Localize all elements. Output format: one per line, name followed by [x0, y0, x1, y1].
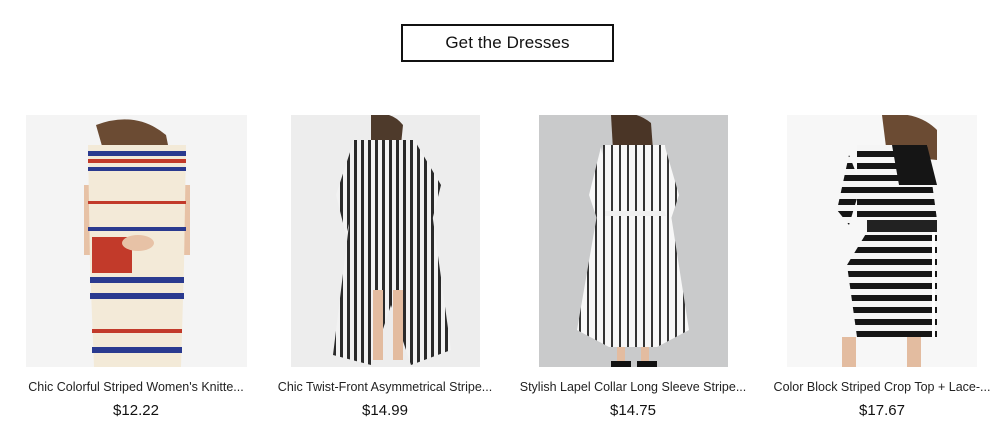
product-name-1[interactable]: Chic Colorful Striped Women's Knitte...: [11, 380, 261, 394]
product-image-1[interactable]: [26, 115, 247, 367]
product-image-3[interactable]: [539, 115, 728, 367]
product-name-2[interactable]: Chic Twist-Front Asymmetrical Stripe...: [260, 380, 510, 394]
product-price-1: $12.22: [113, 402, 159, 419]
product-photo-1: [26, 115, 247, 367]
product-image-4[interactable]: [787, 115, 977, 367]
product-photo-2: [291, 115, 480, 367]
product-price-3: $14.75: [610, 402, 656, 419]
product-name-4[interactable]: Color Block Striped Crop Top + Lace-...: [757, 380, 1001, 394]
product-photo-3: [539, 115, 728, 367]
product-name-3[interactable]: Stylish Lapel Collar Long Sleeve Stripe.…: [508, 380, 758, 394]
get-the-dresses-button[interactable]: Get the Dresses: [401, 24, 614, 62]
product-photo-4: [787, 115, 977, 367]
product-image-2[interactable]: [291, 115, 480, 367]
product-price-2: $14.99: [362, 402, 408, 419]
product-price-4: $17.67: [859, 402, 905, 419]
